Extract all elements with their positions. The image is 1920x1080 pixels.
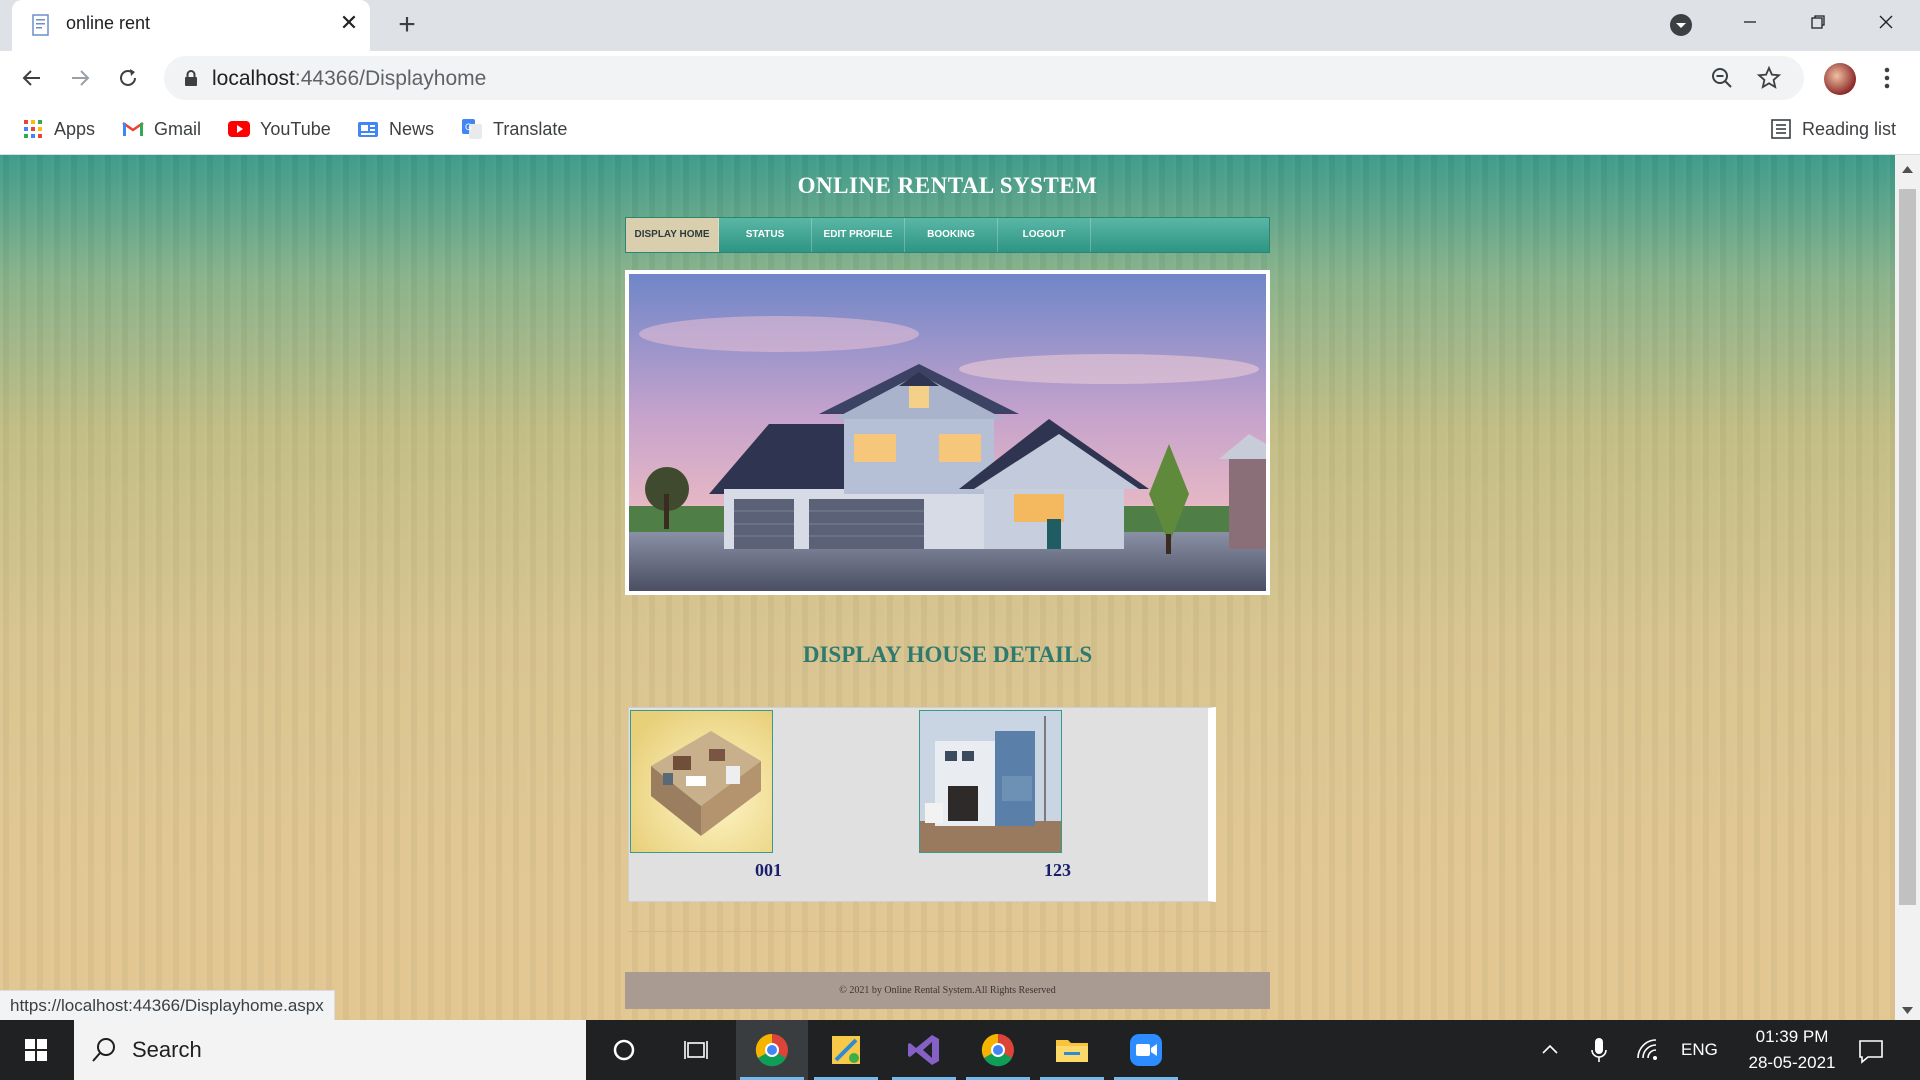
browser-menu-icon[interactable]	[1880, 65, 1894, 91]
close-window-button[interactable]	[1852, 0, 1920, 44]
visual-studio-icon	[908, 1035, 939, 1065]
tab-search-button[interactable]	[1668, 12, 1694, 38]
bookmark-apps[interactable]: Apps	[22, 116, 95, 142]
zoom-icon[interactable]	[1710, 66, 1734, 90]
menu-item-booking[interactable]: BOOKING	[905, 218, 998, 252]
task-view-icon	[684, 1041, 708, 1059]
taskbar-file-explorer[interactable]	[1036, 1020, 1108, 1080]
reading-list-button[interactable]: Reading list	[1770, 116, 1896, 142]
minimize-button[interactable]	[1716, 0, 1784, 44]
wifi-icon[interactable]	[1636, 1038, 1662, 1067]
bookmark-label: Apps	[54, 118, 96, 139]
tab-strip: online rent ✕ +	[0, 0, 1920, 51]
taskbar-chrome-2[interactable]	[962, 1020, 1034, 1080]
bookmark-label: YouTube	[260, 118, 331, 139]
house-id[interactable]: 001	[755, 860, 782, 881]
menu-item-display-home[interactable]: DISPLAY HOME	[626, 218, 719, 252]
bookmark-label: News	[389, 118, 435, 139]
browser-toolbar: localhost:44366/Displayhome	[0, 51, 1920, 104]
windows-taskbar: Search ENG 01:39 PM 28-05-2021	[0, 1020, 1920, 1080]
bookmarks-bar: Apps Gmail YouTube News G Translate Read…	[0, 104, 1920, 155]
reload-button[interactable]	[114, 64, 142, 92]
site-title: ONLINE RENTAL SYSTEM	[797, 173, 1098, 198]
page-icon	[30, 14, 52, 36]
task-view-button[interactable]	[660, 1020, 732, 1080]
main-menu: DISPLAY HOME STATUS EDIT PROFILE BOOKING…	[625, 217, 1270, 253]
bookmark-label: Translate	[493, 118, 568, 139]
house-id[interactable]: 123	[1044, 860, 1071, 881]
bookmark-label: Gmail	[154, 118, 202, 139]
bookmark-news[interactable]: News	[357, 116, 434, 142]
taskbar-visual-studio[interactable]	[888, 1020, 960, 1080]
folder-icon	[1056, 1040, 1088, 1062]
hero-house-image	[625, 270, 1270, 595]
tab-title: online rent	[66, 13, 151, 33]
restore-button[interactable]	[1784, 0, 1852, 44]
zoom-video-icon	[1130, 1034, 1162, 1066]
section-title: DISPLAY HOUSE DETAILS	[802, 642, 1093, 667]
microphone-icon[interactable]	[1590, 1036, 1608, 1069]
bookmark-star-icon[interactable]	[1756, 65, 1782, 91]
apps-grid-icon	[22, 118, 44, 140]
taskbar-chrome-active[interactable]	[736, 1020, 808, 1080]
menu-item-status[interactable]: STATUS	[719, 218, 812, 252]
new-tab-button[interactable]: +	[392, 10, 422, 40]
lock-icon[interactable]	[182, 69, 200, 87]
page-footer: © 2021 by Online Rental System.All Right…	[625, 972, 1270, 1009]
cortana-button[interactable]	[588, 1020, 660, 1080]
gmail-icon	[122, 118, 144, 140]
bookmark-youtube[interactable]: YouTube	[228, 116, 331, 142]
notifications-icon[interactable]	[1858, 1038, 1884, 1069]
news-icon	[357, 118, 379, 140]
clock-time[interactable]: 01:39 PM	[1742, 1027, 1842, 1047]
taskbar-search[interactable]: Search	[74, 1020, 586, 1080]
profile-avatar[interactable]	[1824, 63, 1856, 95]
forward-button[interactable]	[66, 64, 94, 92]
tray-chevron-up-icon[interactable]	[1540, 1040, 1560, 1065]
bookmark-translate[interactable]: G Translate	[461, 116, 567, 142]
windows-logo-icon	[25, 1039, 47, 1061]
translate-icon: G	[461, 118, 483, 140]
page-viewport: ONLINE RENTAL SYSTEM DISPLAY HOME STATUS…	[0, 155, 1895, 1020]
menu-item-edit-profile[interactable]: EDIT PROFILE	[812, 218, 905, 252]
scroll-down-arrow-icon[interactable]	[1901, 1003, 1914, 1014]
house-thumbnail-front[interactable]	[919, 710, 1062, 853]
chrome-icon	[755, 1033, 788, 1067]
footer-divider	[628, 931, 1268, 932]
page-scrollbar[interactable]	[1895, 155, 1920, 1020]
house-card[interactable]: 123	[919, 710, 1071, 880]
bookmark-gmail[interactable]: Gmail	[122, 116, 201, 142]
taskbar-app-sketch[interactable]	[810, 1020, 882, 1080]
url-text[interactable]: localhost:44366/Displayhome	[212, 67, 486, 91]
house-card[interactable]: 001	[630, 710, 782, 880]
menu-item-logout[interactable]: LOGOUT	[998, 218, 1091, 252]
house-thumbnail-floor-plan[interactable]	[630, 710, 773, 853]
scrollbar-thumb[interactable]	[1899, 189, 1916, 905]
clock-date[interactable]: 28-05-2021	[1737, 1053, 1847, 1073]
paint-app-icon	[832, 1036, 860, 1064]
start-button[interactable]	[0, 1020, 72, 1080]
reading-list-icon	[1770, 118, 1792, 140]
svg-text:G: G	[465, 122, 472, 132]
address-bar[interactable]: localhost:44366/Displayhome	[164, 56, 1804, 100]
link-status-bubble: https://localhost:44366/Displayhome.aspx	[0, 990, 335, 1021]
language-indicator[interactable]: ENG	[1681, 1040, 1718, 1060]
search-placeholder: Search	[132, 1037, 202, 1062]
back-button[interactable]	[18, 64, 46, 92]
close-tab-icon[interactable]: ✕	[338, 12, 360, 34]
cortana-circle-icon	[613, 1039, 635, 1061]
chrome-icon	[981, 1033, 1014, 1067]
taskbar-zoom[interactable]	[1110, 1020, 1182, 1080]
browser-tab[interactable]: online rent ✕	[12, 0, 370, 51]
search-icon	[90, 1036, 118, 1069]
scroll-up-arrow-icon[interactable]	[1901, 161, 1914, 173]
house-list: 001 123	[628, 707, 1216, 902]
reading-list-label: Reading list	[1802, 118, 1897, 139]
youtube-icon	[228, 118, 250, 140]
